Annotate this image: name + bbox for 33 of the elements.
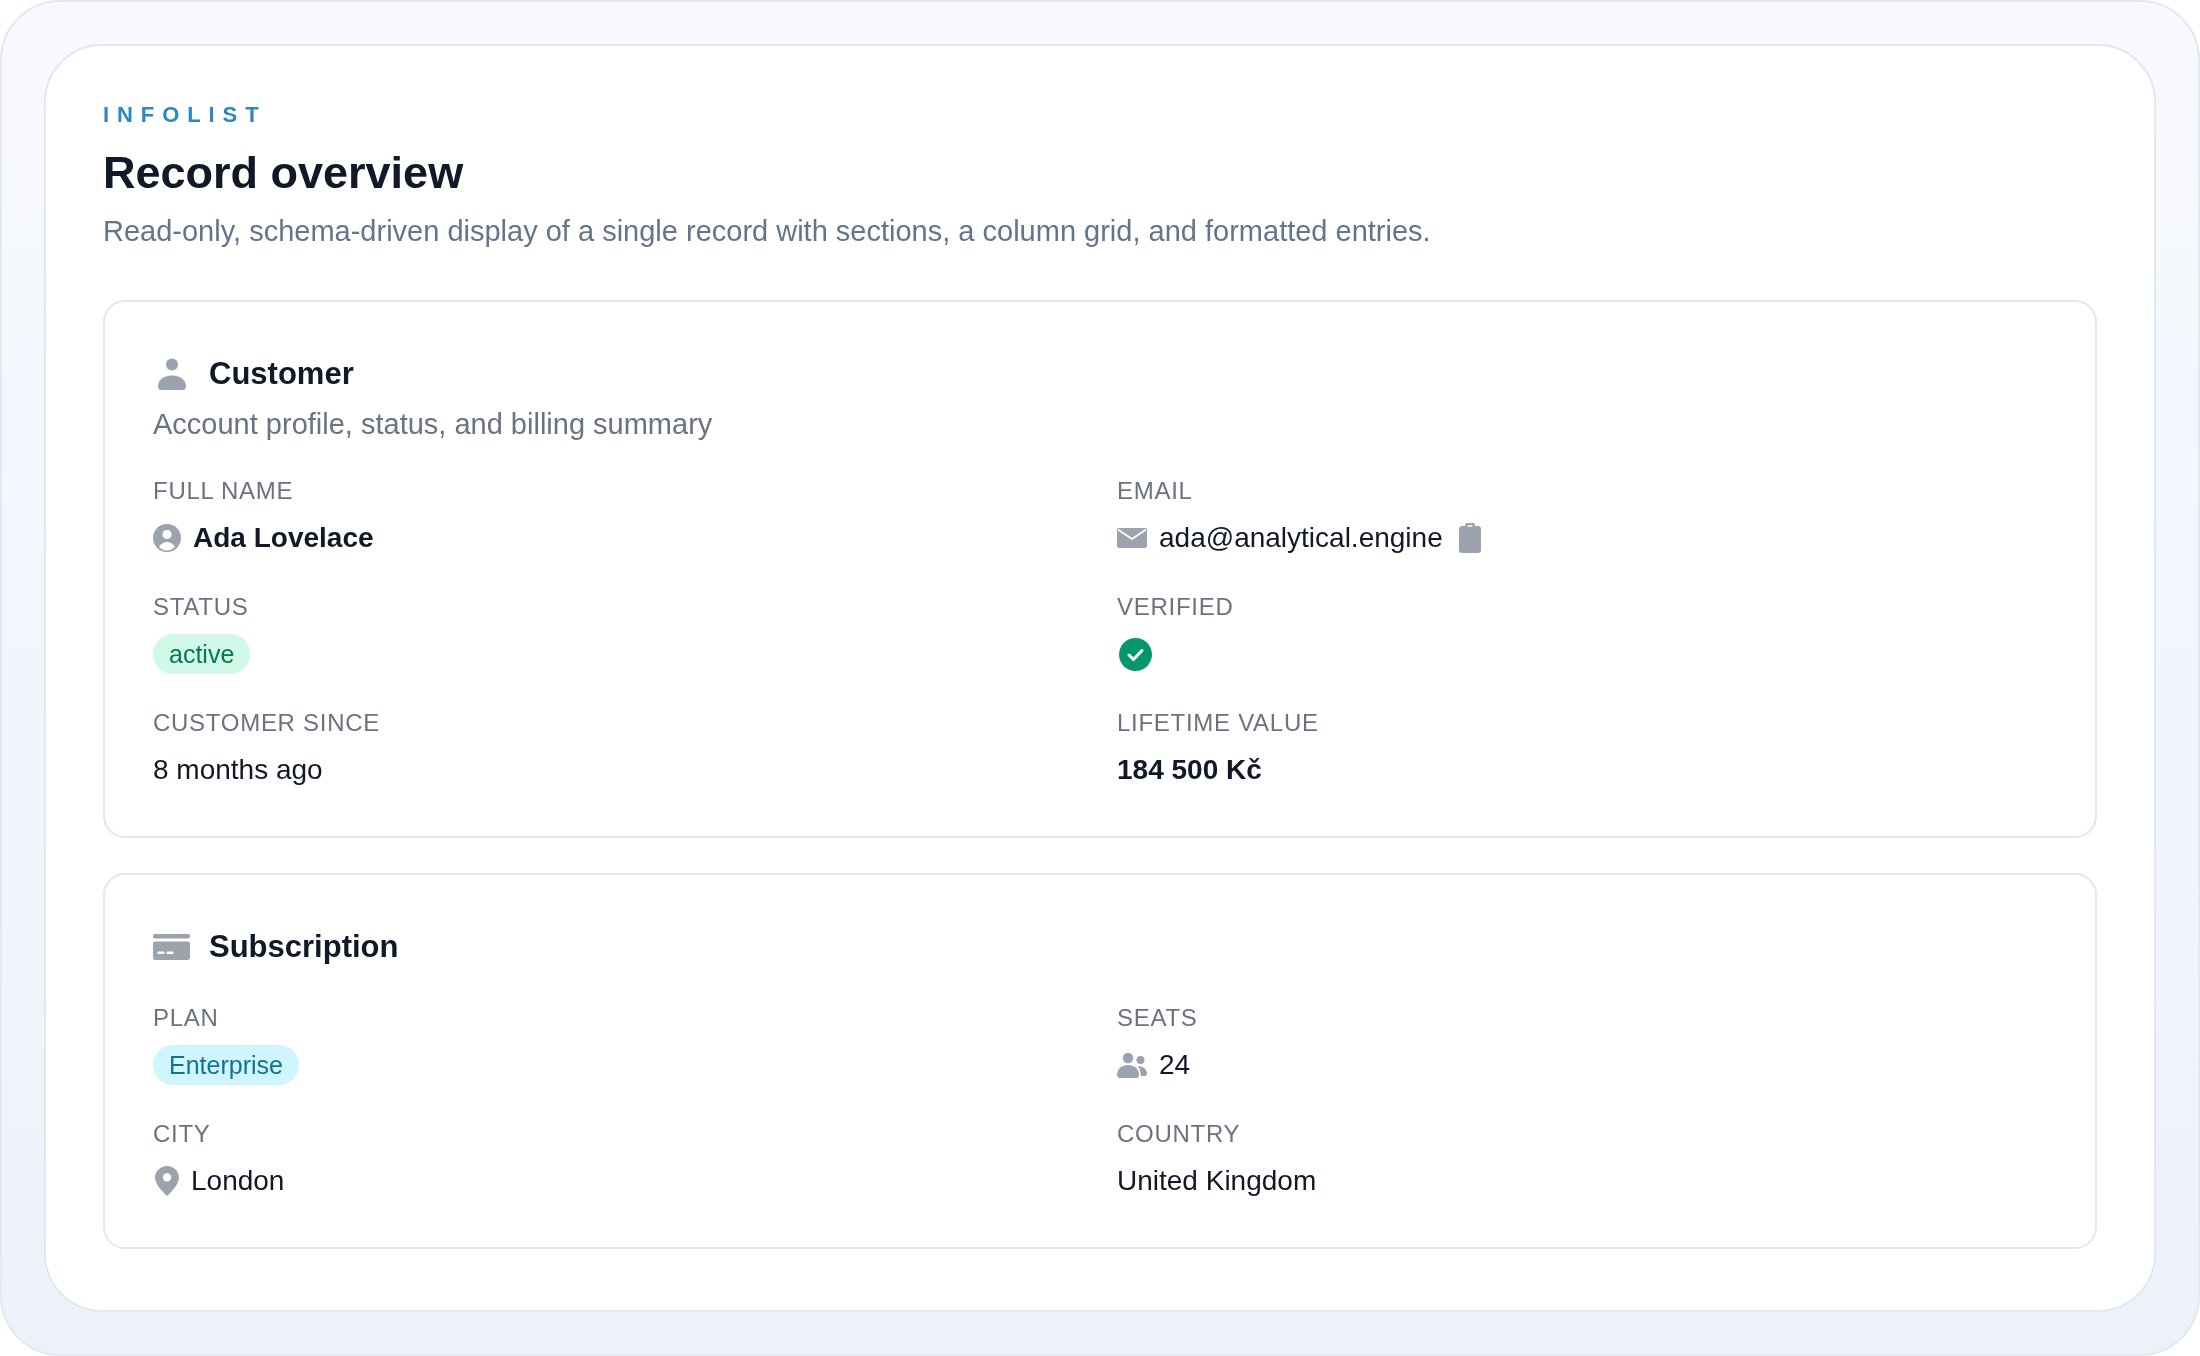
entry-value: ada@analytical.engine [1159,521,1443,555]
entry-value: 24 [1159,1048,1191,1082]
entry-label: SEATS [1117,1003,1199,1033]
section-title: Customer [209,355,354,393]
user-circle-icon [153,524,181,552]
entry-label: FULL NAME [153,476,295,506]
entry-label: STATUS [153,592,250,622]
copy-button[interactable] [1458,523,1481,553]
entry-label: CITY [153,1119,212,1149]
entry-label: VERIFIED [1117,592,1235,622]
page-title: Record overview [103,146,465,200]
eyebrow-label: INFOLIST [103,101,268,129]
entry-value: London [191,1164,285,1198]
entry-value: 184 500 Kč [1117,753,1262,787]
page-description: Read-only, schema-driven display of a single record with sections, a column grid, and formatted entries. [103,214,1432,249]
section-title: Subscription [209,928,399,966]
map-pin-icon [155,1166,179,1196]
entry-label: COUNTRY [1117,1119,1242,1149]
value-badge: active [153,634,251,674]
envelope-icon [1117,528,1147,548]
entry-label: CUSTOMER SINCE [153,708,381,738]
entry-label: PLAN [153,1003,220,1033]
section-description: Account profile, status, and billing summary [153,407,714,442]
people-icon [1117,1052,1147,1078]
entry-value: United Kingdom [1117,1164,1317,1198]
entry-label: EMAIL [1117,476,1194,506]
person-icon [157,358,186,390]
value-badge: Enterprise [153,1045,299,1085]
entry-value: 8 months ago [153,753,323,787]
entry-value: Ada Lovelace [193,521,374,555]
clipboard-icon [1458,523,1481,553]
credit-card-icon [153,934,190,960]
entry-label: LIFETIME VALUE [1117,708,1320,738]
